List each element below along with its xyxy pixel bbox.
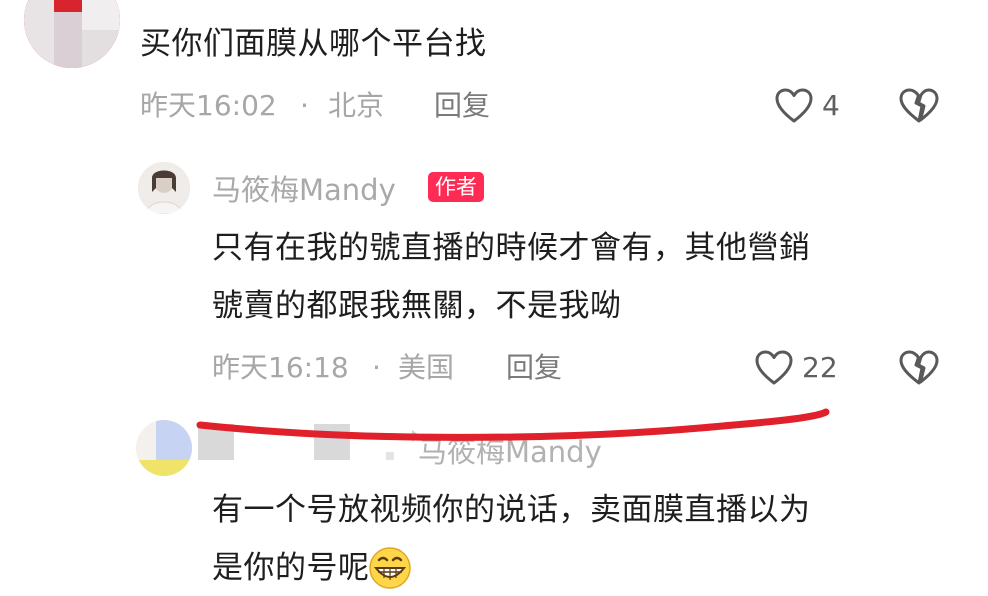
red-annotation-stroke bbox=[196, 408, 830, 441]
